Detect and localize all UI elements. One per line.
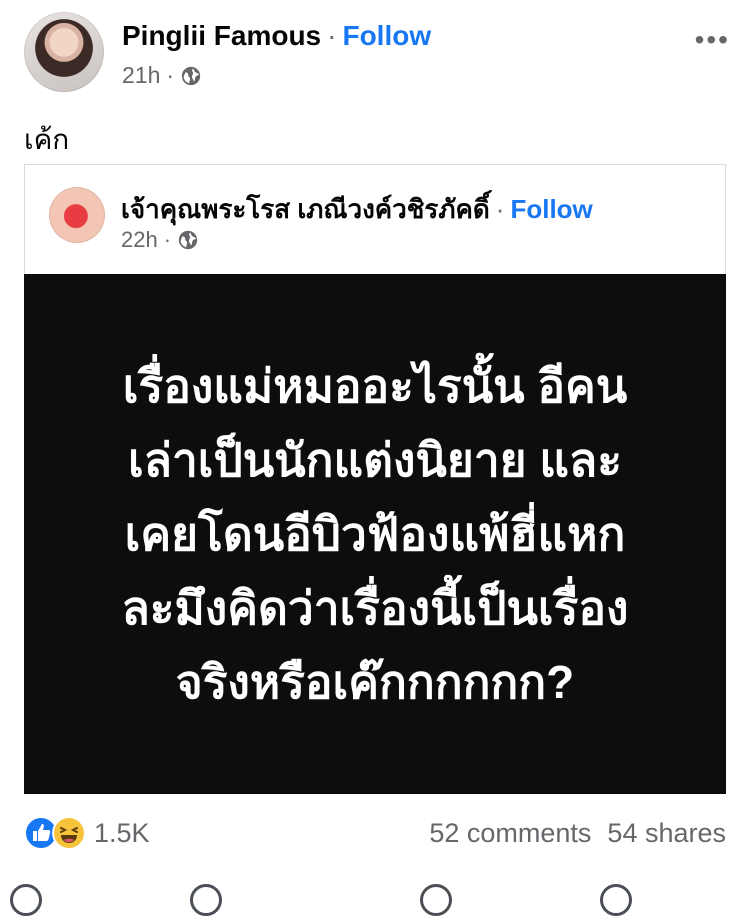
image-text-line: ละมึงคิดว่าเรื่องนี้เป็นเรื่อง (121, 582, 629, 634)
shared-follow-button[interactable]: Follow (510, 194, 592, 224)
globe-icon (181, 66, 201, 85)
haha-icon (52, 816, 86, 850)
post-text: เค้ก (24, 124, 70, 155)
shared-post-timestamp[interactable]: 22h (121, 227, 158, 253)
author-name[interactable]: Pinglii Famous (122, 20, 321, 51)
separator-dot: · (163, 227, 172, 252)
shared-post-meta: 22h · (121, 227, 199, 253)
shares-count[interactable]: 54 shares (607, 818, 726, 848)
follow-button[interactable]: Follow (342, 20, 431, 51)
image-text-line: เรื่องแม่หมออะไรนั้น อีคน (122, 360, 628, 412)
comment-share-counts: 52 comments 54 shares (429, 818, 726, 849)
reaction-count: 1.5K (94, 817, 150, 848)
globe-icon (178, 230, 198, 250)
shared-author-line: เจ้าคุณพระโรส เภณีวงค์วชิรภัคดิ์ · Follow (121, 189, 593, 230)
comment-action-icon[interactable] (190, 884, 222, 916)
author-line: Pinglii Famous · Follow (122, 20, 431, 52)
shared-author-name[interactable]: เจ้าคุณพระโรส เภณีวงค์วชิรภัคดิ์ (121, 194, 490, 224)
shared-post-header: เจ้าคุณพระโรส เภณีวงค์วชิรภัคดิ์ · Follow … (24, 164, 726, 274)
action-bar (0, 880, 750, 916)
image-text-line: เคยโดนอีบิวฟ้องแพ้ฮี่แหก (124, 508, 626, 560)
separator-dot: · (166, 62, 175, 88)
shared-image[interactable]: เรื่องแม่หมออะไรนั้น อีคน เล่าเป็นนักแต่… (24, 274, 726, 794)
comments-count[interactable]: 52 comments (429, 818, 591, 848)
more-options-icon[interactable]: ••• (695, 24, 730, 56)
send-action-icon[interactable] (600, 884, 632, 916)
post-meta: 21h · (122, 62, 202, 89)
separator-dot: · (327, 20, 337, 51)
separator-dot: · (495, 194, 505, 224)
like-action-icon[interactable] (10, 884, 42, 916)
post-header: Pinglii Famous · Follow 21h · ••• (24, 12, 730, 98)
author-avatar[interactable] (24, 12, 104, 92)
reactions-summary[interactable]: 1.5K (24, 816, 150, 850)
post-timestamp[interactable]: 21h (122, 62, 160, 89)
share-action-icon[interactable] (420, 884, 452, 916)
engagement-stats: 1.5K 52 comments 54 shares (24, 812, 726, 856)
image-text-block: เรื่องแม่หมออะไรนั้น อีคน เล่าเป็นนักแต่… (65, 349, 685, 719)
image-text-line: เล่าเป็นนักแต่งนิยาย และ (128, 434, 622, 486)
image-text-line: จริงหรือเค๊กกกกกก? (175, 656, 575, 708)
shared-author-avatar[interactable] (49, 187, 105, 243)
